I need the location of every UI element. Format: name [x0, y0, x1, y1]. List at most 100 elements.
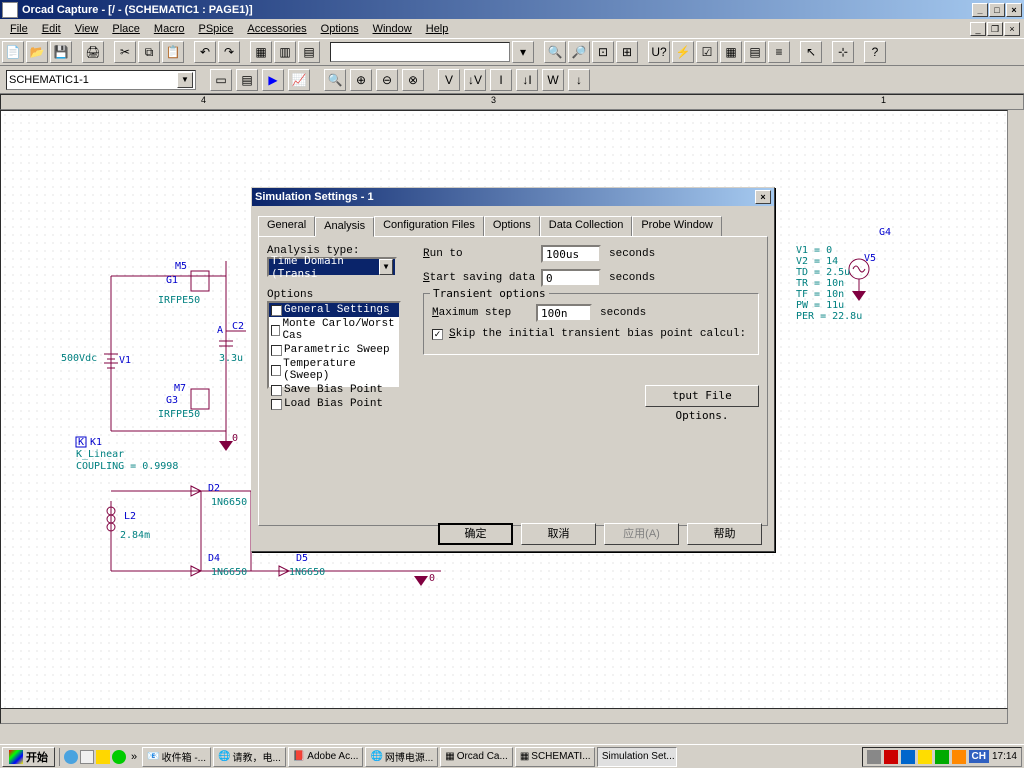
zoom-out-button[interactable]: 🔎 — [568, 41, 590, 63]
save-button[interactable]: 💾 — [50, 41, 72, 63]
quick-icon-a[interactable] — [96, 750, 110, 764]
menu-file[interactable]: File — [4, 21, 34, 37]
task-inbox[interactable]: 📧收件箱 -... — [142, 747, 211, 767]
explorer-icon[interactable] — [80, 750, 94, 764]
marker-adv-button[interactable]: ⊗ — [402, 69, 424, 91]
option-load-bias[interactable]: Load Bias Point — [269, 397, 399, 411]
tool-bom[interactable]: ≡ — [768, 41, 790, 63]
marker-v-button[interactable]: 🔍 — [324, 69, 346, 91]
option-temperature-sweep[interactable]: Temperature (Sweep) — [269, 357, 399, 383]
tab-config-files[interactable]: Configuration Files — [374, 216, 484, 236]
w-button[interactable]: W — [542, 69, 564, 91]
run-button[interactable]: ▶ — [262, 69, 284, 91]
zoom-fit-button[interactable]: ⊞ — [616, 41, 638, 63]
i-drop-button[interactable]: ↓I — [516, 69, 538, 91]
horizontal-scrollbar[interactable] — [0, 708, 1008, 724]
v-drop-button[interactable]: ↓V — [464, 69, 486, 91]
tab-data-collection[interactable]: Data Collection — [540, 216, 633, 236]
run-to-input[interactable] — [541, 245, 601, 263]
tool-c[interactable]: ▤ — [298, 41, 320, 63]
menu-edit[interactable]: Edit — [36, 21, 67, 37]
tab-probe-window[interactable]: Probe Window — [632, 216, 722, 236]
tray-icon-1[interactable] — [867, 750, 881, 764]
zoom-area-button[interactable]: ⊡ — [592, 41, 614, 63]
dialog-titlebar[interactable]: Simulation Settings - 1 × — [252, 188, 774, 206]
ie-icon[interactable] — [64, 750, 78, 764]
tray-icon-4[interactable] — [918, 750, 932, 764]
task-ie[interactable]: 🌐请教，电... — [213, 747, 286, 767]
menu-macro[interactable]: Macro — [148, 21, 191, 37]
zoom-in-button[interactable]: 🔍 — [544, 41, 566, 63]
view-results-button[interactable]: 📈 — [288, 69, 310, 91]
task-simulation-settings[interactable]: Simulation Set... — [597, 747, 677, 767]
option-general-settings[interactable]: ✓General Settings — [269, 303, 399, 317]
task-orcad[interactable]: ▦Orcad Ca... — [440, 747, 513, 767]
sim-profile-button[interactable]: ▭ — [210, 69, 232, 91]
tray-icon-3[interactable] — [901, 750, 915, 764]
minimize-button[interactable]: _ — [972, 3, 988, 17]
max-step-input[interactable] — [536, 304, 592, 322]
menu-view[interactable]: View — [69, 21, 105, 37]
undo-button[interactable]: ↶ — [194, 41, 216, 63]
snap-button[interactable]: ⊹ — [832, 41, 854, 63]
cancel-button[interactable]: 取消 — [521, 523, 596, 545]
tool-a[interactable]: ▦ — [250, 41, 272, 63]
close-button[interactable]: × — [1006, 3, 1022, 17]
output-file-options-button[interactable]: tput File Options. — [645, 385, 759, 407]
skip-initial-checkbox[interactable]: ✓ — [432, 329, 443, 340]
menu-accessories[interactable]: Accessories — [241, 21, 312, 37]
tray-icon-6[interactable] — [952, 750, 966, 764]
tool-drc[interactable]: ☑ — [696, 41, 718, 63]
ime-indicator[interactable]: CH — [969, 750, 989, 763]
task-adobe[interactable]: 📕Adobe Ac... — [288, 747, 364, 767]
pointer-button[interactable]: ↖ — [800, 41, 822, 63]
options-listbox[interactable]: ✓General Settings Monte Carlo/Worst Cas … — [267, 301, 401, 389]
w-drop-button[interactable]: ↓ — [568, 69, 590, 91]
cut-button[interactable]: ✂ — [114, 41, 136, 63]
quick-icon-b[interactable] — [112, 750, 126, 764]
tab-options[interactable]: Options — [484, 216, 540, 236]
tray-icon-2[interactable] — [884, 750, 898, 764]
part-search-input[interactable] — [330, 42, 510, 62]
i-button[interactable]: I — [490, 69, 512, 91]
schematic-select[interactable]: SCHEMATIC1-1 ▼ — [6, 70, 196, 90]
marker-i-button[interactable]: ⊕ — [350, 69, 372, 91]
search-dropdown-button[interactable]: ▾ — [512, 41, 534, 63]
mdi-restore-button[interactable]: ❐ — [987, 22, 1003, 36]
help-button[interactable]: ? — [864, 41, 886, 63]
tool-netlist[interactable]: ▦ — [720, 41, 742, 63]
dialog-close-button[interactable]: × — [755, 190, 771, 204]
copy-button[interactable]: ⧉ — [138, 41, 160, 63]
menu-window[interactable]: Window — [367, 21, 418, 37]
tab-general[interactable]: General — [258, 216, 315, 236]
new-button[interactable]: 📄 — [2, 41, 24, 63]
menu-options[interactable]: Options — [315, 21, 365, 37]
option-parametric-sweep[interactable]: Parametric Sweep — [269, 343, 399, 357]
tool-u[interactable]: U? — [648, 41, 670, 63]
sim-edit-button[interactable]: ▤ — [236, 69, 258, 91]
marker-w-button[interactable]: ⊖ — [376, 69, 398, 91]
start-saving-input[interactable] — [541, 269, 601, 287]
print-button[interactable]: 🖨 — [82, 41, 104, 63]
tool-annotate[interactable]: ⚡ — [672, 41, 694, 63]
option-save-bias[interactable]: Save Bias Point — [269, 383, 399, 397]
mdi-close-button[interactable]: × — [1004, 22, 1020, 36]
redo-button[interactable]: ↷ — [218, 41, 240, 63]
maximize-button[interactable]: □ — [989, 3, 1005, 17]
tray-icon-5[interactable] — [935, 750, 949, 764]
ok-button[interactable]: 确定 — [438, 523, 513, 545]
menu-place[interactable]: Place — [106, 21, 146, 37]
task-schematic[interactable]: ▦SCHEMATI... — [515, 747, 595, 767]
tool-b[interactable]: ▥ — [274, 41, 296, 63]
mdi-minimize-button[interactable]: _ — [970, 22, 986, 36]
start-button[interactable]: 开始 — [2, 747, 55, 767]
tool-xref[interactable]: ▤ — [744, 41, 766, 63]
tab-analysis[interactable]: Analysis — [315, 217, 374, 237]
menu-help[interactable]: Help — [420, 21, 455, 37]
paste-button[interactable]: 📋 — [162, 41, 184, 63]
open-button[interactable]: 📂 — [26, 41, 48, 63]
help-dialog-button[interactable]: 帮助 — [687, 523, 762, 545]
v-button[interactable]: V — [438, 69, 460, 91]
menu-pspice[interactable]: PSpice — [192, 21, 239, 37]
option-monte-carlo[interactable]: Monte Carlo/Worst Cas — [269, 317, 399, 343]
